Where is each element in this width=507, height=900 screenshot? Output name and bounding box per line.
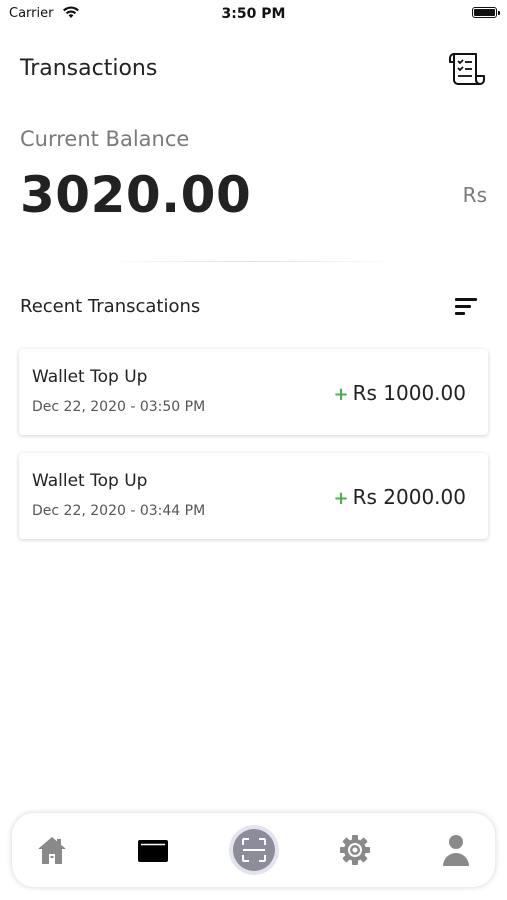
transaction-date: Dec 22, 2020 - 03:44 PM <box>32 503 206 519</box>
nav-scan[interactable] <box>224 813 284 887</box>
receipt-button[interactable] <box>446 48 486 88</box>
sort-button[interactable] <box>455 296 479 318</box>
wallet-icon <box>138 840 168 862</box>
section-title: Recent Transcations <box>20 296 201 317</box>
balance-label: Current Balance <box>20 127 190 151</box>
profile-icon <box>443 835 469 866</box>
currency-label: Rs <box>462 183 487 207</box>
transaction-amount: Rs 1000.00 <box>352 381 466 405</box>
transaction-card[interactable]: Wallet Top Up Dec 22, 2020 - 03:50 PM + R… <box>19 349 488 435</box>
status-bar: Carrier 3:50 PM <box>0 0 507 30</box>
battery-icon <box>472 7 500 18</box>
transaction-title: Wallet Top Up <box>32 471 148 491</box>
plus-icon: + <box>333 384 349 405</box>
status-time: 3:50 PM <box>221 6 286 22</box>
nav-settings[interactable] <box>325 813 385 887</box>
page-title: Transactions <box>20 56 158 81</box>
divider <box>100 261 400 262</box>
balance-amount: 3020.00 <box>20 166 252 224</box>
transaction-title: Wallet Top Up <box>32 367 148 387</box>
transaction-amount-row: + Rs 1000.00 <box>334 381 466 405</box>
receipt-icon <box>449 53 485 85</box>
plus-icon: + <box>333 488 349 509</box>
home-icon <box>38 837 66 864</box>
transaction-card[interactable]: Wallet Top Up Dec 22, 2020 - 03:44 PM + R… <box>19 453 488 539</box>
transaction-amount-row: + Rs 2000.00 <box>334 485 466 509</box>
bottom-nav <box>12 813 495 887</box>
nav-wallet[interactable] <box>123 813 183 887</box>
nav-profile[interactable] <box>426 813 486 887</box>
settings-icon <box>340 835 370 865</box>
transaction-amount: Rs 2000.00 <box>352 485 466 509</box>
nav-home[interactable] <box>22 813 82 887</box>
sort-icon <box>455 298 477 301</box>
scan-icon <box>242 838 266 862</box>
transaction-date: Dec 22, 2020 - 03:50 PM <box>32 399 206 415</box>
